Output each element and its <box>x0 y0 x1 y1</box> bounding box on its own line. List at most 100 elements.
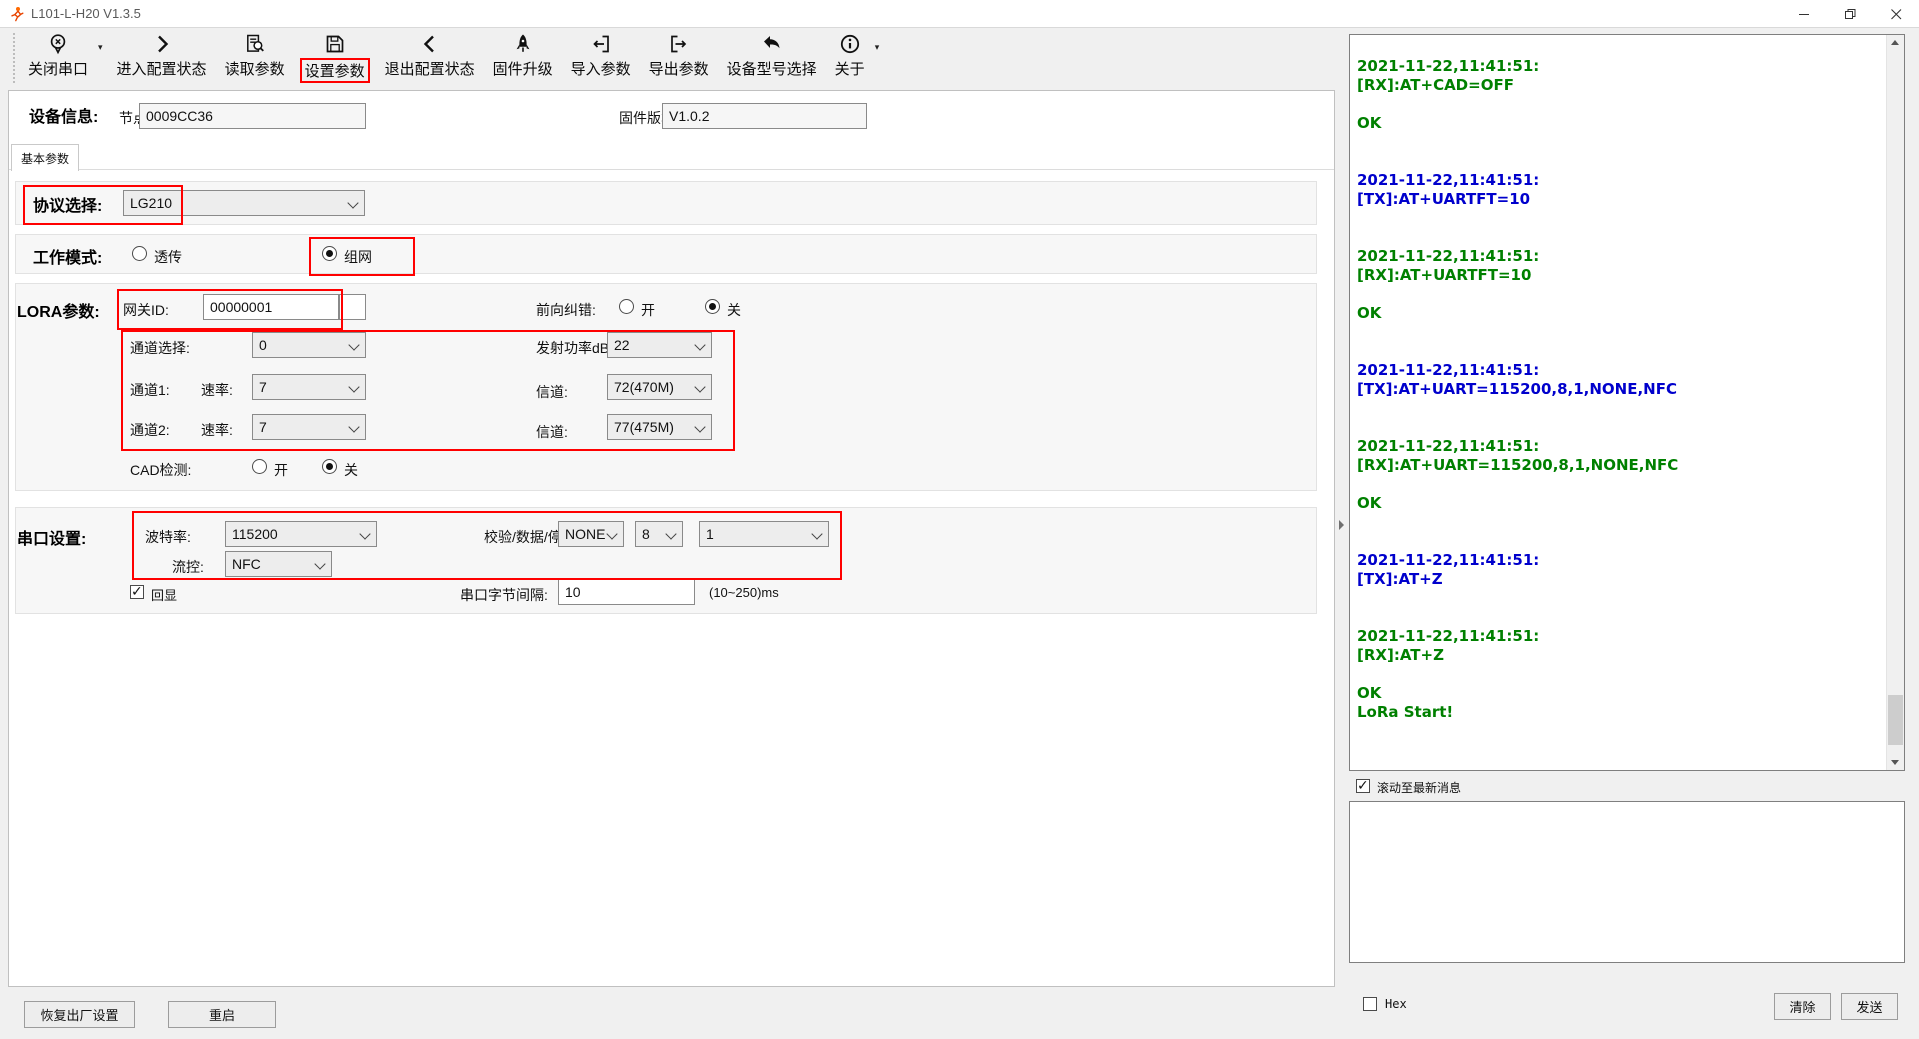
chevron-down-icon <box>694 381 705 392</box>
window-title: L101-L-H20 V1.3.5 <box>31 6 141 21</box>
read-params-button[interactable]: 读取参数 <box>219 28 291 79</box>
channel-select-combo[interactable]: 0 <box>252 332 366 358</box>
cad-radio-on[interactable] <box>252 459 267 474</box>
serial-section-label: 串口设置: <box>17 525 86 549</box>
radio-transparent-label: 透传 <box>154 247 182 267</box>
baud-combo[interactable]: 115200 <box>225 521 377 547</box>
port-close-icon <box>46 31 70 57</box>
log-entry: 2021-11-22,11:41:51: [RX]:AT+UARTFT=10 O… <box>1357 247 1884 323</box>
lora-section-label: LORA参数: <box>17 298 100 322</box>
cad-on-label: 开 <box>274 460 288 480</box>
import-params-button[interactable]: 导入参数 <box>565 28 637 79</box>
close-port-label: 关闭串口 <box>28 58 88 79</box>
clear-button[interactable]: 清除 <box>1774 993 1831 1020</box>
fec-off-label: 关 <box>727 300 741 320</box>
exit-config-button[interactable]: 退出配置状态 <box>379 28 481 79</box>
firmware-upgrade-icon <box>511 31 535 57</box>
device-model-select-button[interactable]: 设备型号选择 <box>721 28 823 79</box>
toolbar-grip[interactable] <box>12 33 16 83</box>
restore-button[interactable] <box>1827 0 1873 28</box>
channel2-channel-combo[interactable]: 77(475M) <box>607 414 712 440</box>
close-port-button[interactable]: 关闭串口 <box>22 28 94 79</box>
enter-config-icon <box>150 31 174 57</box>
parity-combo[interactable]: NONE <box>558 521 624 547</box>
chevron-down-icon <box>359 528 370 539</box>
about-dropdown-icon[interactable]: ▾ <box>875 42 880 53</box>
gateway-id-input[interactable]: 00000001 <box>203 294 339 320</box>
chevron-down-icon <box>694 421 705 432</box>
cad-radio-off[interactable] <box>322 459 337 474</box>
enter-config-button[interactable]: 进入配置状态 <box>111 28 213 79</box>
close-port-dropdown-icon[interactable]: ▾ <box>98 42 103 53</box>
protocol-label: 协议选择: <box>33 192 102 216</box>
scrollbar-thumb[interactable] <box>1888 695 1903 745</box>
byte-interval-input[interactable]: 10 <box>558 579 695 605</box>
gateway-id-extra-input[interactable] <box>339 294 366 320</box>
cad-off-label: 关 <box>344 460 358 480</box>
splitter-collapse-icon[interactable] <box>1339 520 1344 530</box>
chevron-down-icon <box>811 528 822 539</box>
chevron-down-icon <box>348 421 359 432</box>
chevron-down-icon <box>314 558 325 569</box>
scroll-up-icon[interactable] <box>1891 40 1899 45</box>
channel2-rate-combo[interactable]: 7 <box>252 414 366 440</box>
log-scrollbar[interactable] <box>1886 35 1904 770</box>
firmware-version-input[interactable]: V1.0.2 <box>662 103 867 129</box>
channel1-label: 通道1: <box>130 380 170 400</box>
fec-radio-off[interactable] <box>705 299 720 314</box>
chevron-down-icon <box>348 381 359 392</box>
hex-checkbox[interactable] <box>1363 997 1377 1011</box>
autoscroll-label: 滚动至最新消息 <box>1377 779 1461 796</box>
channel1-channel-combo[interactable]: 72(470M) <box>607 374 712 400</box>
set-params-label-annotation: 设置参数 <box>300 58 370 83</box>
tx-power-combo[interactable]: 22 <box>607 332 712 358</box>
hex-label: Hex <box>1385 997 1407 1011</box>
minimize-button[interactable] <box>1781 0 1827 28</box>
about-button[interactable]: 关于 <box>829 28 871 79</box>
fec-radio-on[interactable] <box>619 299 634 314</box>
log-entry: 2021-11-22,11:41:51: [RX]:AT+CAD=OFF OK <box>1357 57 1884 133</box>
radio-networking-mode[interactable] <box>322 246 337 261</box>
node-id-input[interactable]: 0009CC36 <box>139 103 366 129</box>
log-entry: 2021-11-22,11:41:51: [TX]:AT+UART=115200… <box>1357 361 1884 399</box>
echo-checkbox[interactable] <box>130 585 144 599</box>
databits-combo[interactable]: 8 <box>635 521 683 547</box>
tab-basic-params[interactable]: 基本参数 <box>11 144 79 171</box>
scroll-down-icon[interactable] <box>1891 760 1899 765</box>
restart-button[interactable]: 重启 <box>168 1001 276 1028</box>
channel1-rate-combo[interactable]: 7 <box>252 374 366 400</box>
device-model-icon <box>760 31 784 57</box>
channel2-channel-label: 信道: <box>536 422 568 442</box>
main-panel: 设备信息: 节点ID: 0009CC36 固件版本: V1.0.2 基本参数 协… <box>8 90 1335 987</box>
echo-label: 回显 <box>151 585 177 604</box>
send-button[interactable]: 发送 <box>1841 993 1898 1020</box>
set-params-button[interactable]: 设置参数 <box>297 28 373 81</box>
chevron-down-icon <box>665 528 676 539</box>
autoscroll-checkbox[interactable] <box>1356 779 1370 793</box>
export-params-icon <box>667 31 691 57</box>
about-icon <box>838 31 862 57</box>
workmode-row <box>15 234 1317 274</box>
close-button[interactable] <box>1873 0 1919 28</box>
baud-label: 波特率: <box>145 527 191 547</box>
protocol-select[interactable]: LG210 <box>123 190 365 216</box>
log-output[interactable]: 2021-11-22,11:41:51: [RX]:AT+CAD=OFF OK … <box>1349 34 1905 771</box>
chevron-down-icon <box>606 528 617 539</box>
log-panel: 2021-11-22,11:41:51: [RX]:AT+CAD=OFF OK … <box>1345 28 1919 1039</box>
log-entry: 2021-11-22,11:41:51: [RX]:AT+UART=115200… <box>1357 437 1884 513</box>
flow-control-combo[interactable]: NFC <box>225 551 332 577</box>
send-input[interactable] <box>1349 801 1905 963</box>
exit-config-icon <box>418 31 442 57</box>
firmware-upgrade-button[interactable]: 固件升级 <box>487 28 559 79</box>
tab-strip: 基本参数 <box>9 144 1334 170</box>
save-params-icon <box>323 31 347 57</box>
titlebar: L101-L-H20 V1.3.5 <box>0 0 1919 28</box>
channel2-rate-label: 速率: <box>201 420 233 440</box>
export-params-button[interactable]: 导出参数 <box>643 28 715 79</box>
stopbits-combo[interactable]: 1 <box>699 521 829 547</box>
factory-reset-button[interactable]: 恢复出厂设置 <box>24 1001 135 1028</box>
radio-transparent-mode[interactable] <box>132 246 147 261</box>
gateway-id-label: 网关ID: <box>123 300 169 320</box>
app-icon <box>9 6 25 22</box>
radio-networking-label: 组网 <box>344 247 372 267</box>
